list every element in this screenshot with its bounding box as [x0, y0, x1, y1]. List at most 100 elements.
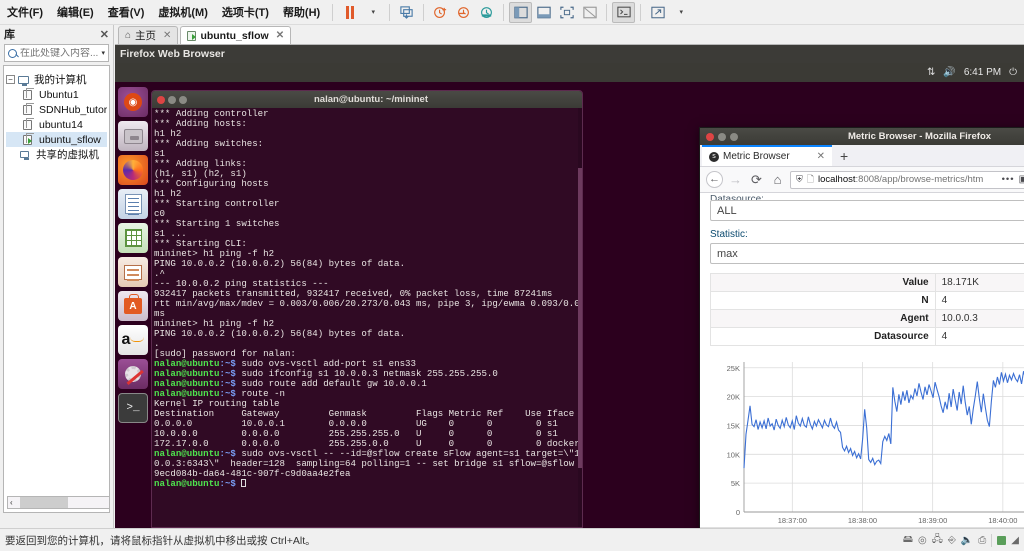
scroll-left-icon[interactable]: ‹ [8, 498, 15, 507]
library-horizontal-scrollbar[interactable]: ‹ › [7, 496, 109, 509]
terminal-output[interactable]: *** Adding controller *** Adding hosts: … [152, 108, 582, 527]
maximize-icon[interactable] [179, 95, 187, 104]
page-actions-icon[interactable]: ••• [1002, 174, 1015, 185]
menu-view[interactable]: 查看(V) [101, 1, 152, 23]
datasource-select[interactable]: ALL ▾ [710, 200, 1024, 221]
expand-dropdown[interactable]: ▾ [669, 2, 692, 23]
enter-fullscreen-button[interactable] [555, 2, 578, 23]
minimize-icon[interactable] [168, 95, 176, 104]
tree-item-ubuntu-sflow[interactable]: ubuntu_sflow [6, 132, 107, 147]
close-icon[interactable] [157, 95, 165, 104]
tree-item-label: Ubuntu1 [39, 88, 79, 101]
chevron-down-icon-search[interactable]: ▾ [101, 49, 105, 57]
menu-edit[interactable]: 编辑(E) [50, 1, 101, 23]
show-library-button[interactable] [509, 1, 533, 23]
close-icon[interactable]: ✕ [817, 151, 825, 162]
metric-key: Agent [710, 309, 936, 328]
volume-icon[interactable]: 🔊 [943, 67, 955, 78]
terminal-scrollbar[interactable] [578, 108, 582, 527]
tab-ubuntu-sflow[interactable]: ubuntu_sflow ✕ [180, 26, 292, 44]
dock-item-impress[interactable] [118, 257, 148, 287]
home-button[interactable]: ⌂ [769, 172, 786, 187]
snapshot-manager-icon [481, 6, 493, 18]
scrollbar-thumb[interactable] [20, 497, 68, 508]
pause-button[interactable] [338, 2, 361, 23]
dock-item-software-center[interactable]: A [118, 291, 148, 321]
vm-running-icon [187, 30, 197, 41]
usb-icon[interactable]: ⎆ [948, 535, 956, 546]
statistic-select[interactable]: max ▾ [710, 243, 1024, 264]
status-divider [991, 533, 993, 547]
dock-item-files[interactable] [118, 121, 148, 151]
dock-item-ubuntu-dash[interactable]: ◉ [118, 87, 148, 117]
back-button[interactable]: ← [706, 171, 723, 188]
menu-tabs[interactable]: 选项卡(T) [215, 1, 276, 23]
browser-tab-metric-browser[interactable]: s Metric Browser ✕ [702, 145, 832, 166]
tree-item-label: 共享的虚拟机 [36, 149, 99, 161]
url-bar[interactable]: ⛨ 🗋 localhost:8008/app/browse-metrics/ht… [790, 170, 1024, 189]
tree-item-ubuntu1[interactable]: Ubuntu1 [6, 87, 107, 102]
reload-button[interactable]: ⟳ [748, 172, 765, 188]
expander-icon[interactable]: − [6, 75, 15, 84]
tree-item-shared-vms[interactable]: 共享的虚拟机 [6, 147, 107, 162]
dock-item-amazon[interactable]: a [118, 325, 148, 355]
dock-item-firefox[interactable] [118, 155, 148, 185]
minimize-icon[interactable] [718, 132, 726, 141]
snapshot-manager-button[interactable] [475, 2, 498, 23]
ubuntu-guest-desktop: ⇅ 🔊 6:41 PM ⏻ ◉ A a >_ nalan@ubuntu: ~/m… [115, 63, 1024, 528]
close-icon[interactable]: ✕ [163, 30, 171, 41]
pause-dropdown[interactable]: ▾ [361, 2, 384, 23]
tree-item-label: ubuntu_sflow [39, 133, 101, 146]
tree-item-my-computer[interactable]: − 我的计算机 [6, 72, 107, 87]
network-icon[interactable]: ⇅ [927, 67, 935, 78]
show-thumbnail-bar-button[interactable] [532, 2, 555, 23]
revert-snapshot-button[interactable] [452, 2, 475, 23]
maximize-icon[interactable] [730, 132, 738, 141]
tab-label: ubuntu_sflow [200, 29, 269, 42]
dock-item-terminal[interactable]: >_ [118, 393, 148, 423]
resize-grip-icon[interactable]: ◢ [1011, 535, 1019, 546]
statistic-label: Statistic: [710, 229, 748, 240]
harddisk-icon[interactable]: 🖴 [903, 532, 913, 549]
tree-item-sdnhub-tutorial[interactable]: SDNHub_tutorial [6, 102, 107, 117]
dock-item-calc[interactable] [118, 223, 148, 253]
menu-help[interactable]: 帮助(H) [276, 1, 327, 23]
menu-file[interactable]: 文件(F) [0, 1, 50, 23]
shield-icon[interactable]: ⛨ [796, 174, 803, 185]
toolbar-divider-4 [503, 3, 505, 21]
menu-vm[interactable]: 虚拟机(M) [151, 1, 215, 23]
snapshot-button[interactable] [395, 2, 418, 23]
toolbar-divider-2 [389, 3, 391, 21]
tree-item-ubuntu14[interactable]: ubuntu14 [6, 117, 107, 132]
statistic-value: max [717, 247, 738, 260]
forward-button[interactable]: → [727, 172, 744, 187]
metric-value: 4 [934, 327, 1024, 346]
take-snapshot-icon [434, 6, 447, 18]
close-icon[interactable]: ✕ [100, 28, 109, 41]
console-view-button[interactable] [612, 1, 636, 23]
power-gear-icon[interactable]: ⏻ [1009, 67, 1017, 78]
clock[interactable]: 6:41 PM [964, 67, 1001, 78]
unity-mode-button[interactable] [578, 2, 601, 23]
new-tab-button[interactable]: + [832, 148, 856, 166]
library-search[interactable]: ▾ [4, 44, 109, 62]
sound-icon[interactable]: 🔈 [961, 535, 973, 546]
take-snapshot-button[interactable] [429, 2, 452, 23]
svg-text:5K: 5K [731, 479, 740, 488]
close-icon[interactable]: ✕ [276, 30, 284, 41]
scroll-right-icon[interactable]: › [107, 498, 109, 507]
connection-status-icon[interactable] [997, 535, 1007, 545]
dock-item-writer[interactable] [118, 189, 148, 219]
search-input[interactable] [20, 47, 99, 59]
dock-item-settings[interactable] [118, 359, 148, 389]
url-host: localhost [818, 174, 856, 185]
printer-icon[interactable]: ⎙ [978, 535, 986, 546]
expand-button[interactable] [646, 2, 669, 23]
tab-home[interactable]: ⌂ 主页 ✕ [118, 26, 179, 44]
console-view-icon [617, 6, 631, 18]
cdrom-icon[interactable]: ◎ [918, 535, 927, 546]
close-icon[interactable] [706, 132, 714, 141]
firefox-titlebar: Metric Browser - Mozilla Firefox [700, 128, 1024, 145]
network-adapter-icon[interactable]: 🖧 [932, 532, 943, 549]
reader-mode-icon[interactable]: ▣ [1019, 174, 1024, 185]
